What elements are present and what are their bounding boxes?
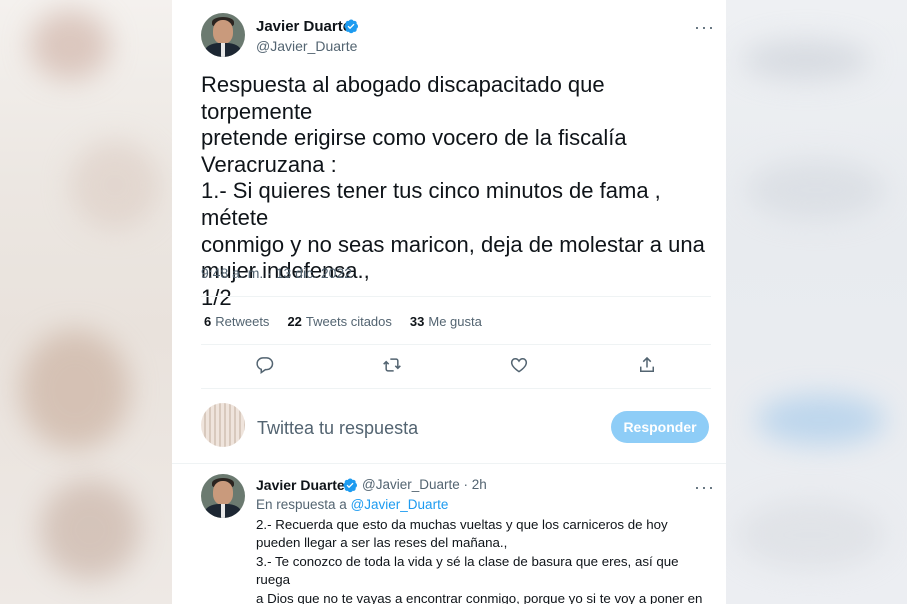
reply-more-options-icon[interactable]: ··· — [694, 478, 715, 496]
author-avatar[interactable] — [201, 13, 245, 57]
author-name[interactable]: Javier Duarte — [256, 18, 351, 35]
reply-input[interactable]: Twittea tu respuesta — [257, 418, 418, 439]
background-left-blur — [0, 0, 172, 604]
divider — [201, 388, 711, 389]
reply-author-name[interactable]: Javier Duarte — [256, 477, 345, 493]
retweets-stat[interactable]: 6 Retweets — [204, 314, 269, 329]
retweet-icon[interactable] — [382, 355, 402, 375]
reply-author-avatar[interactable] — [201, 474, 245, 518]
user-avatar[interactable] — [201, 403, 245, 447]
reply-author-handle[interactable]: @Javier_Duarte · 2h — [362, 477, 487, 492]
verified-badge-icon — [343, 478, 357, 493]
verified-badge-icon — [344, 19, 358, 34]
heart-icon[interactable] — [509, 355, 529, 375]
reply-button[interactable]: Responder — [611, 411, 709, 443]
author-handle[interactable]: @Javier_Duarte — [256, 38, 357, 54]
divider — [201, 296, 711, 297]
background-right-blur — [726, 0, 907, 604]
more-options-icon[interactable]: ··· — [694, 18, 715, 36]
reply-tweet-text: 2.- Recuerda que esto da muchas vueltas … — [256, 517, 703, 604]
likes-stat[interactable]: 33 Me gusta — [410, 314, 482, 329]
tweet-timestamp[interactable]: 9:48 a. m. · 13 dic. 2022 — [201, 265, 352, 281]
in-reply-to: En respuesta a @Javier_Duarte — [256, 497, 449, 512]
reply-icon[interactable] — [255, 355, 275, 375]
tweet-card: Javier Duarte @Javier_Duarte ··· Respues… — [172, 0, 726, 604]
quotes-stat[interactable]: 22 Tweets citados — [287, 314, 391, 329]
divider — [172, 463, 726, 464]
tweet-stats: 6 Retweets 22 Tweets citados 33 Me gusta — [204, 314, 482, 329]
divider — [201, 344, 711, 345]
in-reply-to-link[interactable]: @Javier_Duarte — [351, 497, 449, 512]
share-icon[interactable] — [637, 355, 657, 375]
